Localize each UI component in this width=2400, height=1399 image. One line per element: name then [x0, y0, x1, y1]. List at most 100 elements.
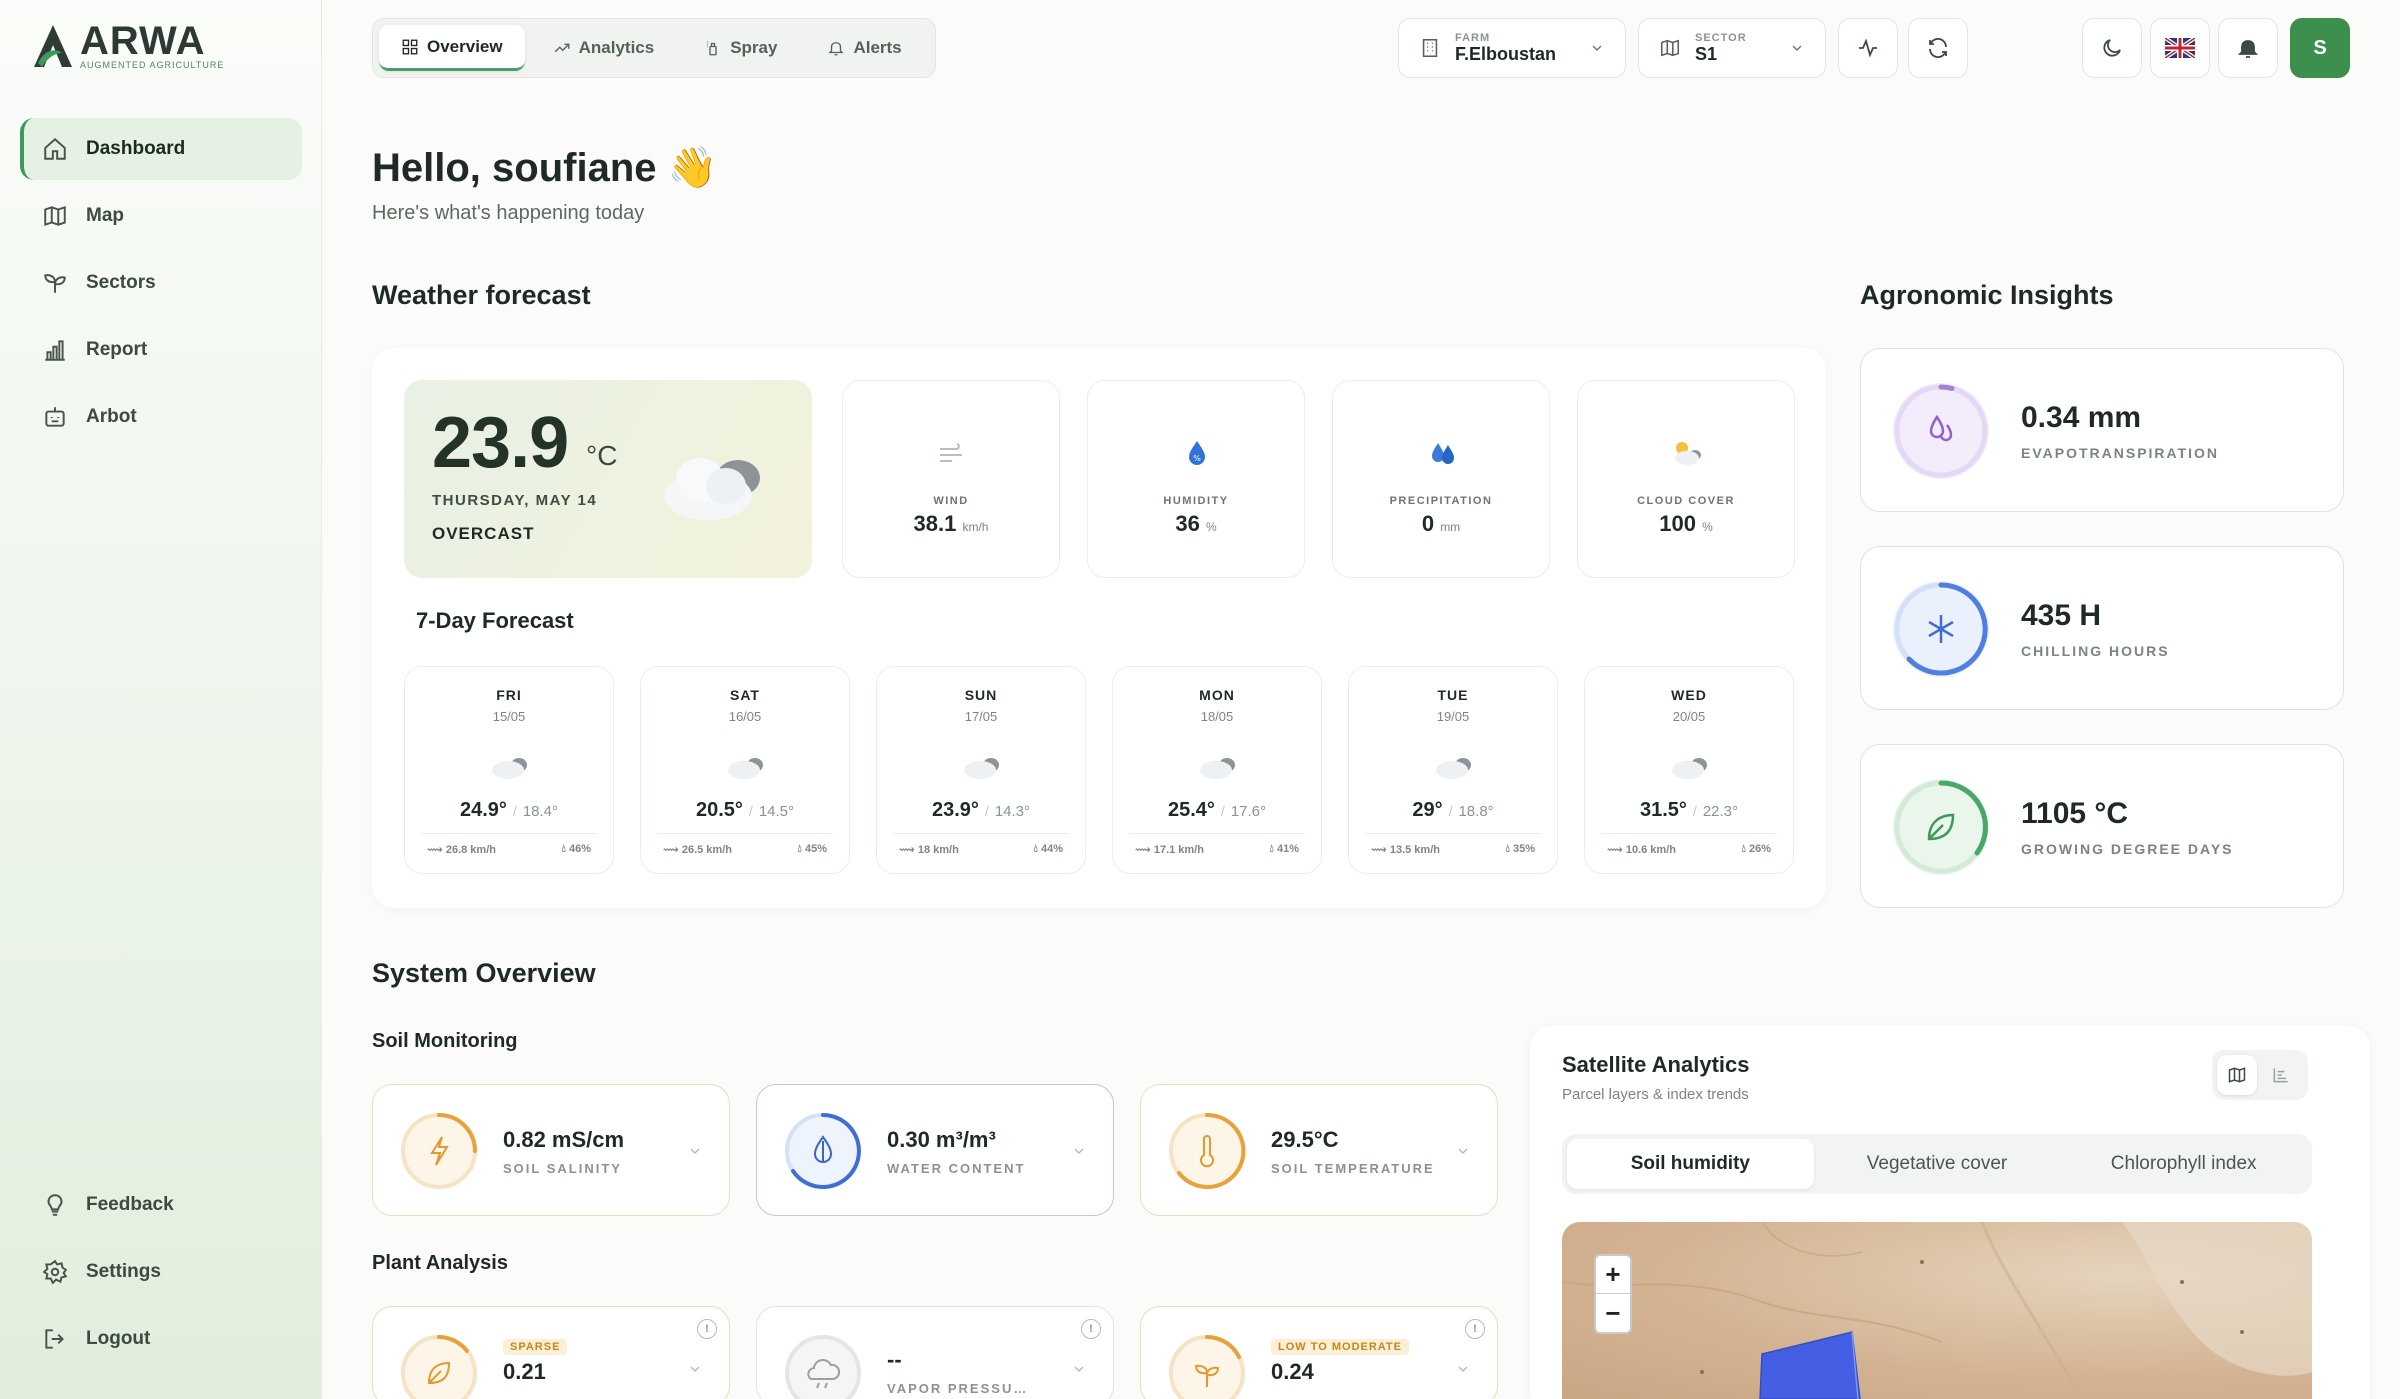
drop-icon: 💧︎ [797, 843, 805, 855]
sidebar-item-label: Settings [86, 1261, 161, 1282]
sidebar-item-arbot[interactable]: Arbot [20, 386, 302, 448]
sidebar-item-settings[interactable]: Settings [20, 1241, 302, 1303]
chart-view-button[interactable] [2261, 1055, 2301, 1095]
sidebar-item-report[interactable]: Report [20, 319, 302, 381]
soil-value: 0.82 mS/cm [503, 1127, 625, 1152]
info-icon[interactable]: ! [1081, 1319, 1101, 1339]
sidebar-item-feedback[interactable]: Feedback [20, 1174, 302, 1236]
tab-spray[interactable]: Spray [682, 25, 799, 71]
drop-icon: 💧︎ [1505, 843, 1513, 855]
activity-icon [1859, 38, 1877, 58]
forecast-day-card[interactable]: MON 18/05 25.4° / 17.6° ⟿ 17.1 km/h 💧︎ 41% [1112, 666, 1322, 874]
theme-toggle-button[interactable] [2082, 18, 2142, 78]
satellite-layer-tabs: Soil humidity Vegetative cover Chlorophy… [1562, 1134, 2312, 1194]
tab-overview[interactable]: Overview [379, 25, 525, 71]
trend-icon [554, 43, 570, 53]
wind-icon: ⟿ [663, 844, 682, 856]
language-button[interactable] [2150, 18, 2210, 78]
sidebar-item-label: Report [86, 339, 148, 360]
wind-icon: ⟿ [1607, 844, 1626, 856]
tab-alerts[interactable]: Alerts [805, 25, 923, 71]
zoom-in-button[interactable]: + [1596, 1256, 1630, 1294]
vapor-pressure-card[interactable]: -- VAPOR PRESSURE DEFICIT ! [756, 1306, 1114, 1399]
forecast-humidity-value: 41% [1276, 843, 1299, 855]
forecast-day-card[interactable]: FRI 15/05 24.9° / 18.4° ⟿ 26.8 km/h 💧︎ 46% [404, 666, 614, 874]
temp-separator: / [984, 803, 989, 819]
insight-label: CHILLING HOURS [2021, 643, 2170, 659]
metric-value: 0 [1421, 511, 1435, 536]
satellite-map[interactable]: + − [1562, 1222, 2312, 1399]
metric-value: 38.1 [913, 511, 957, 536]
tab-analytics[interactable]: Analytics [531, 25, 677, 71]
overcast-cloud-icon [664, 458, 760, 520]
sidebar-item-sectors[interactable]: Sectors [20, 252, 302, 314]
forecast-high: 24.9° [459, 799, 507, 821]
chevron-down-icon [1458, 1366, 1468, 1372]
info-icon[interactable]: ! [1465, 1319, 1485, 1339]
satellite-subtitle: Parcel layers & index trends [1562, 1086, 1749, 1103]
sidebar-bottom-nav: Feedback Settings Logout [20, 1174, 302, 1375]
soil-temperature-card[interactable]: 29.5°C SOIL TEMPERATURE [1140, 1084, 1498, 1216]
insight-evapotranspiration[interactable]: 0.34 mm EVAPOTRANSPIRATION [1860, 348, 2344, 512]
forecast-day-card[interactable]: WED 20/05 31.5° / 22.3° ⟿ 10.6 km/h 💧︎ 26% [1584, 666, 1794, 874]
divider [1365, 833, 1541, 834]
forecast-low: 14.3° [994, 803, 1031, 820]
farm-selector[interactable]: FARM F.Elboustan [1398, 18, 1626, 78]
vegetation-index-card[interactable]: SPARSE 0.21 ! [372, 1306, 730, 1399]
app-logo[interactable]: ARWA AUGMENTED AGRICULTURE [32, 19, 224, 70]
sidebar-item-dashboard[interactable]: Dashboard [20, 118, 302, 180]
rain-drop-icon [1432, 443, 1454, 464]
notifications-button[interactable] [2218, 18, 2278, 78]
tab-label: Alerts [853, 38, 902, 57]
zoom-out-button[interactable]: − [1596, 1294, 1630, 1332]
spray-icon [707, 41, 717, 56]
forecast-day-name: WED [1671, 687, 1707, 703]
view-tabs: Overview Analytics Spray Alerts [372, 18, 936, 78]
sprout-icon [44, 274, 66, 293]
sidebar-item-logout[interactable]: Logout [20, 1308, 302, 1370]
tab-soil-humidity[interactable]: Soil humidity [1567, 1139, 1814, 1189]
chlorophyll-card[interactable]: LOW TO MODERATE 0.24 ! [1140, 1306, 1498, 1399]
forecast-day-card[interactable]: SAT 16/05 20.5° / 14.5° ⟿ 26.5 km/h 💧︎ 45% [640, 666, 850, 874]
refresh-button[interactable] [1908, 18, 1968, 78]
forecast-day-name: SUN [964, 687, 998, 703]
app-name: ARWA [80, 19, 206, 63]
current-date: THURSDAY, MAY 14 [432, 492, 598, 509]
bell-icon [2237, 40, 2259, 58]
insight-growing-degree-days[interactable]: 1105 °C GROWING DEGREE DAYS [1860, 744, 2344, 908]
forecast-wind-value: 17.1 km/h [1153, 844, 1204, 856]
forecast-humidity: 💧︎ 26% [1742, 843, 1772, 856]
sidebar-item-map[interactable]: Map [20, 185, 302, 247]
chevron-down-icon [690, 1366, 700, 1372]
map-view-button[interactable] [2217, 1055, 2257, 1095]
map-icon [2228, 1067, 2246, 1083]
sector-label: SECTOR [1695, 31, 1747, 44]
info-icon[interactable]: ! [697, 1319, 717, 1339]
water-drop-icon [785, 1113, 861, 1189]
tab-chlorophyll-index[interactable]: Chlorophyll index [2060, 1139, 2307, 1189]
forecast-high: 20.5° [695, 799, 743, 821]
forecast-low: 18.4° [522, 803, 559, 820]
insight-chilling-hours[interactable]: 435 H CHILLING HOURS [1860, 546, 2344, 710]
soil-label: WATER CONTENT [887, 1161, 1026, 1176]
forecast-day-card[interactable]: SUN 17/05 23.9° / 14.3° ⟿ 18 km/h 💧︎ 44% [876, 666, 1086, 874]
forecast-humidity: 💧︎ 46% [562, 843, 592, 856]
sector-value: S1 [1695, 43, 1718, 64]
farm-label: FARM [1455, 31, 1491, 44]
user-avatar[interactable]: S [2290, 18, 2350, 78]
temp-unit: °C [586, 440, 618, 471]
droplets-icon [1893, 383, 1989, 479]
forecast-humidity-value: 35% [1512, 843, 1535, 855]
bolt-icon [401, 1113, 477, 1189]
soil-salinity-card[interactable]: 0.82 mS/cm SOIL SALINITY [372, 1084, 730, 1216]
tab-vegetative-cover[interactable]: Vegetative cover [1814, 1139, 2061, 1189]
forecast-humidity-value: 44% [1040, 843, 1063, 855]
water-content-card[interactable]: 0.30 m³/m³ WATER CONTENT [756, 1084, 1114, 1216]
sector-selector[interactable]: SECTOR S1 [1638, 18, 1826, 78]
satellite-analytics-panel: Satellite Analytics Parcel layers & inde… [1530, 1026, 2370, 1399]
forecast-day-card[interactable]: TUE 19/05 29° / 18.8° ⟿ 13.5 km/h 💧︎ 35% [1348, 666, 1558, 874]
activity-button[interactable] [1838, 18, 1898, 78]
forecast-wind-value: 26.8 km/h [445, 844, 496, 856]
metric-value: 100 [1659, 511, 1696, 536]
forecast-wind: ⟿ 13.5 km/h [1371, 843, 1440, 856]
